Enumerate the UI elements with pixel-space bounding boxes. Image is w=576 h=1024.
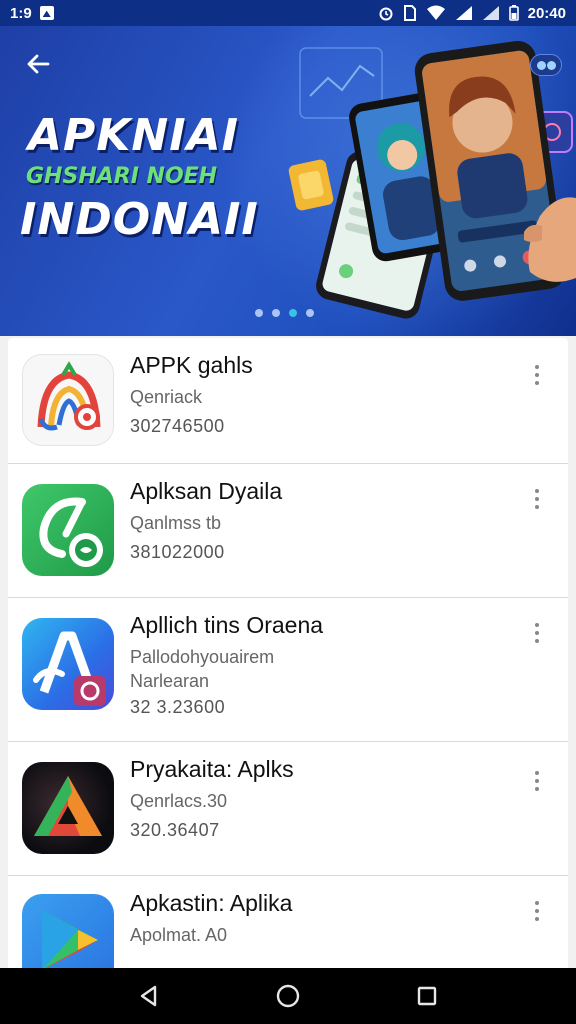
app-list: APPK gahls Qenriack 302746500 Aplksan Dy… — [8, 338, 568, 968]
app-row[interactable]: Pryakaita: Aplks Qenrlacs.30 320.36407 — [8, 742, 568, 876]
app-name: Aplksan Dyaila — [130, 478, 283, 504]
arrow-left-icon — [27, 54, 50, 74]
gallery-icon — [39, 6, 54, 20]
banner-subtitle: GHSHARI NOEH — [26, 164, 218, 189]
status-bar: 1:9 20:40 — [0, 0, 576, 26]
carousel-dot-active[interactable] — [289, 309, 297, 317]
nav-back-button[interactable] — [129, 976, 169, 1016]
banner-title-line2: INDONAII — [20, 194, 259, 245]
app-name: Pryakaita: Aplks — [130, 756, 294, 782]
app-downloads: 302746500 — [130, 416, 225, 437]
status-left: 1:9 — [10, 5, 54, 22]
app-name: Apllich tins Oraena — [130, 612, 324, 638]
signal-icon — [455, 6, 472, 20]
app-row[interactable]: Apkastin: Aplika Apolmat. A0 — [8, 876, 568, 968]
app-developer: Qenrlacs.30 — [130, 790, 228, 811]
more-options-button[interactable] — [528, 896, 546, 926]
app-row[interactable]: APPK gahls Qenriack 302746500 — [8, 338, 568, 464]
promo-banner[interactable]: APKNIAI GHSHARI NOEH INDONAII — [0, 26, 576, 336]
green-chat-icon — [22, 484, 114, 576]
triangle-back-icon — [141, 985, 157, 1007]
app-downloads: 320.36407 — [130, 820, 220, 841]
app-row[interactable]: Aplksan Dyaila Qanlmss tb 381022000 — [8, 464, 568, 598]
battery-icon — [508, 5, 519, 21]
blue-a-icon — [22, 618, 114, 710]
more-options-button[interactable] — [528, 766, 546, 796]
phones-illustration — [288, 40, 576, 319]
play-store-icon — [22, 894, 114, 968]
app-name: APPK gahls — [130, 352, 253, 378]
app-name: Apkastin: Aplika — [130, 890, 293, 916]
more-options-button[interactable] — [528, 484, 546, 514]
more-options-button[interactable] — [528, 618, 546, 648]
signal-icon-2 — [482, 6, 499, 20]
colorful-arch-icon — [22, 354, 114, 446]
app-developer: Apolmat. A0 — [130, 924, 228, 945]
status-time-right: 20:40 — [527, 4, 566, 22]
banner-title-line1: APKNIAI — [28, 110, 240, 161]
navigation-bar — [0, 968, 576, 1024]
nav-home-button[interactable] — [268, 976, 308, 1016]
app-developer: Qenriack — [130, 386, 203, 407]
app-category: Narlearan — [130, 671, 210, 692]
alarm-icon — [379, 7, 393, 21]
carousel-dot[interactable] — [272, 309, 280, 317]
circle-home-icon — [276, 984, 300, 1008]
screen: 1:9 20:40 APKNIAI GHSHARI NOEH INDONAII — [0, 0, 576, 1024]
status-right: 20:40 — [378, 5, 566, 22]
dark-triangle-icon — [22, 762, 114, 854]
app-downloads: 381022000 — [130, 542, 225, 563]
carousel-dot[interactable] — [306, 309, 314, 317]
app-downloads: 32 3.23600 — [130, 696, 226, 717]
back-button[interactable] — [20, 50, 56, 86]
status-time-left: 1:9 — [10, 4, 32, 22]
app-developer: Pallodohyouairem — [130, 646, 275, 667]
wifi-icon — [426, 5, 445, 20]
square-recents-icon — [417, 986, 436, 1006]
more-options-button[interactable] — [528, 360, 546, 390]
app-developer: Qanlmss tb — [130, 512, 222, 533]
carousel-dot[interactable] — [255, 309, 263, 317]
app-row[interactable]: Apllich tins Oraena Pallodohyouairem Nar… — [8, 598, 568, 742]
carousel-dots — [255, 309, 314, 317]
toggle-icon[interactable] — [530, 54, 562, 76]
sim-icon — [403, 5, 416, 21]
nav-recents-button[interactable] — [407, 976, 447, 1016]
